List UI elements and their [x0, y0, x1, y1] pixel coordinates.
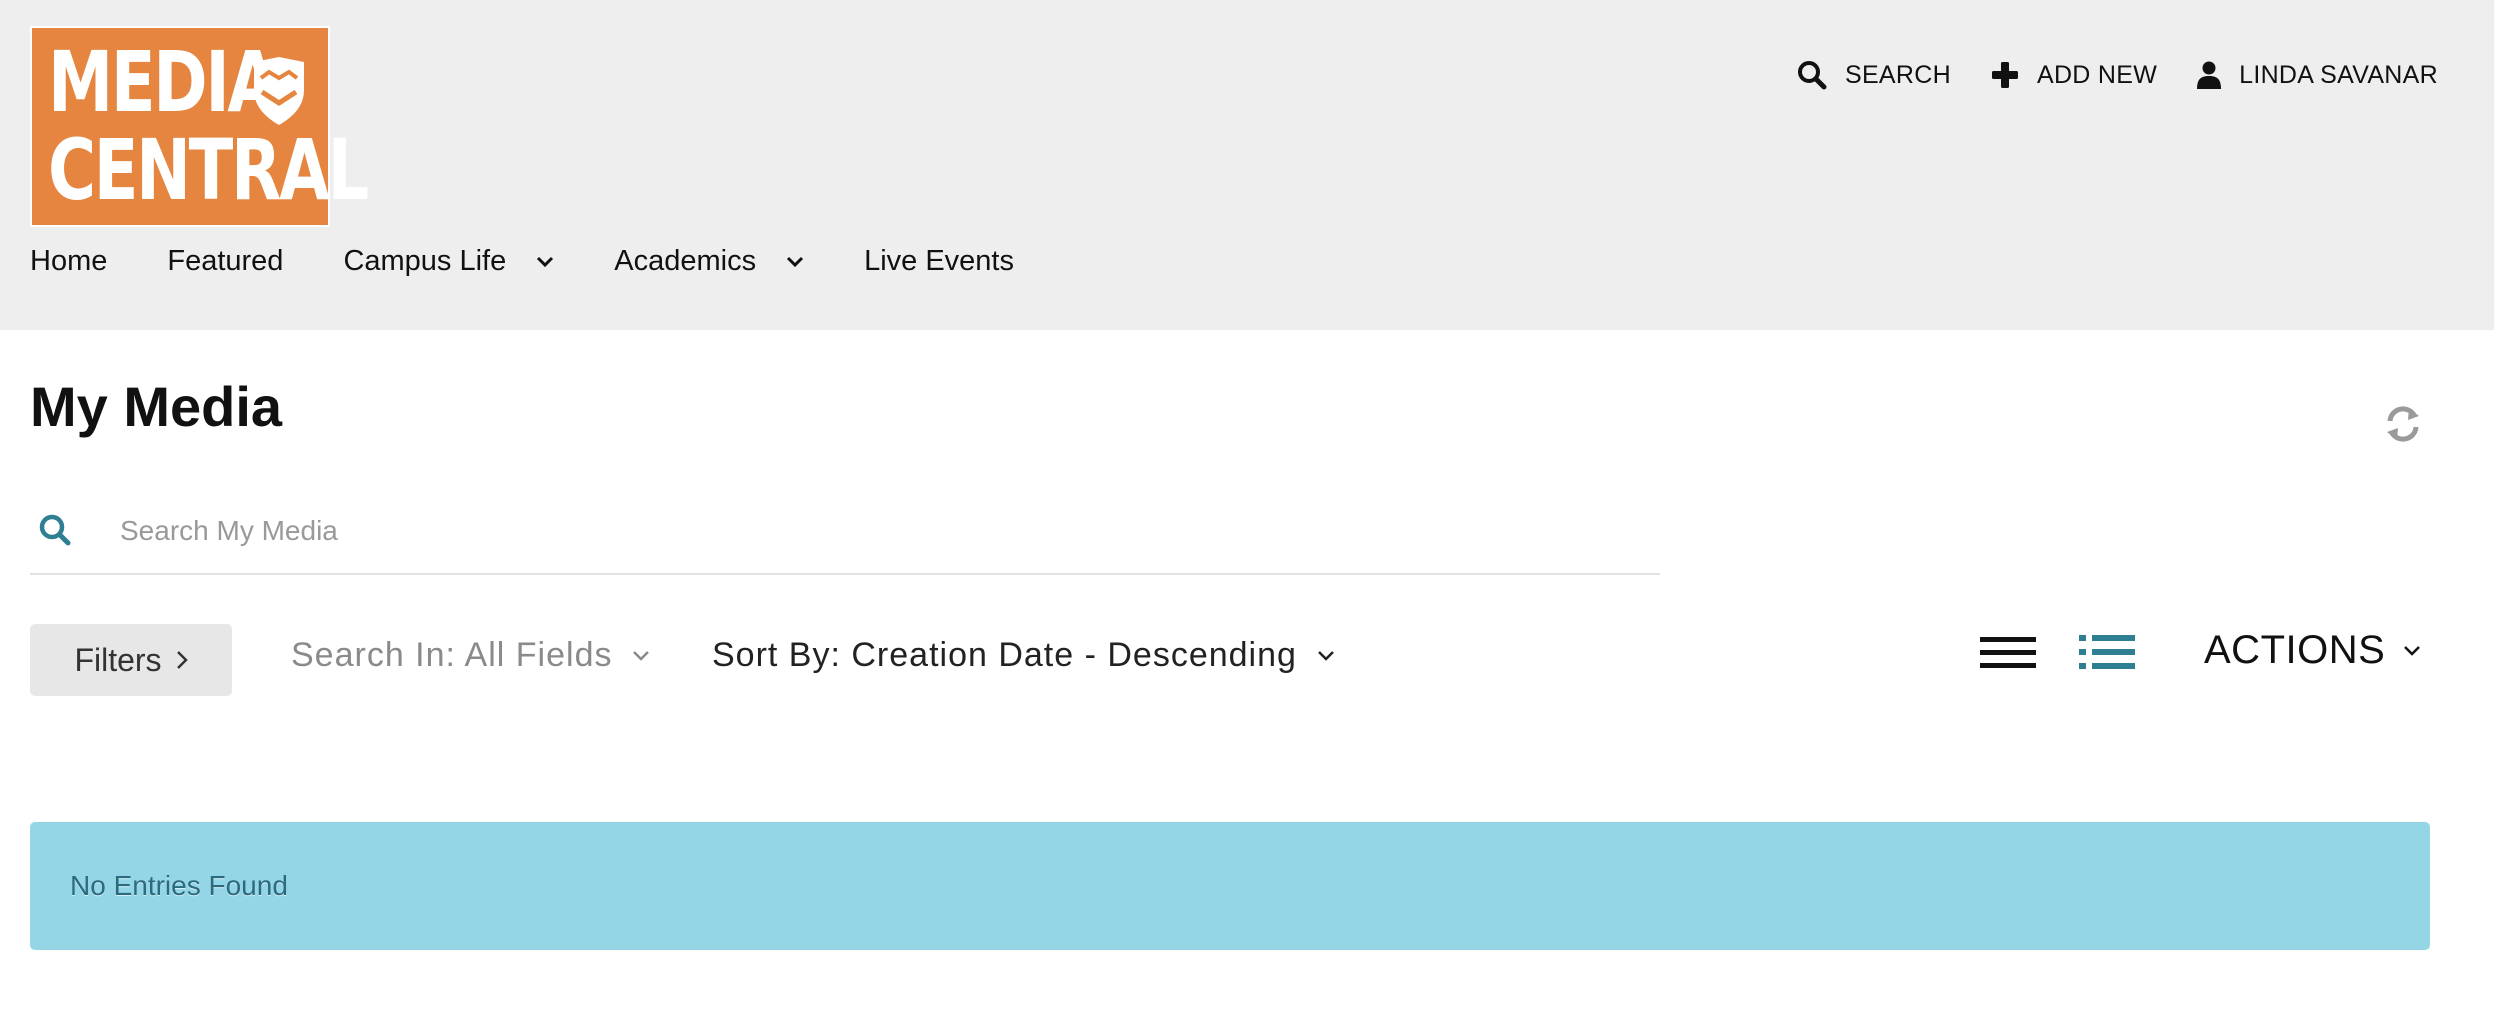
add-new-label: ADD NEW — [2036, 60, 2158, 89]
site-header: MEDIA CENTRAL SEARCH ADD NEW LINDA SAVAN… — [0, 0, 2494, 330]
search-icon — [39, 514, 71, 546]
search-input[interactable] — [118, 503, 1618, 559]
chevron-down-icon — [1318, 650, 1334, 661]
user-name: LINDA SAVANAR — [2239, 60, 2438, 89]
compact-list-view-icon[interactable] — [2079, 632, 2135, 672]
filters-label: Filters — [74, 641, 162, 678]
actions-dropdown[interactable]: ACTIONS — [2204, 628, 2421, 673]
alert-message: No Entries Found — [70, 870, 288, 901]
nav-item-academics[interactable]: Academics — [614, 245, 804, 278]
user-menu[interactable]: LINDA SAVANAR — [2197, 61, 2438, 90]
plus-icon — [1991, 62, 2018, 88]
search-icon — [1797, 61, 1827, 90]
nav-item-label: Home — [30, 245, 108, 277]
add-new-button[interactable]: ADD NEW — [1991, 61, 2157, 90]
search-link[interactable]: SEARCH — [1797, 60, 1951, 90]
refresh-icon[interactable] — [2383, 404, 2423, 444]
search-link-label: SEARCH — [1844, 60, 1951, 89]
nav-item-label: Academics — [614, 245, 757, 277]
header-actions: SEARCH ADD NEW LINDA SAVANAR — [1757, 60, 2438, 90]
search-in-label: Search In: All Fields — [291, 636, 613, 674]
page-title: My Media — [30, 375, 283, 438]
nav-item-featured[interactable]: Featured — [167, 245, 283, 278]
main-nav: Home Featured Campus Life Academics Live… — [30, 245, 1074, 278]
chevron-down-icon — [787, 256, 804, 267]
logo-text-line-2: CENTRAL — [48, 121, 369, 219]
nav-item-campus-life[interactable]: Campus Life — [343, 245, 554, 278]
nav-item-live-events[interactable]: Live Events — [864, 245, 1014, 278]
chevron-down-icon — [2404, 645, 2421, 656]
sort-by-dropdown[interactable]: Sort By: Creation Date - Descending — [712, 636, 1335, 675]
user-icon — [2197, 61, 2222, 89]
chevron-down-icon — [537, 256, 554, 267]
search-in-dropdown[interactable]: Search In: All Fields — [291, 636, 650, 675]
shield-icon — [254, 57, 304, 125]
search-bar — [30, 495, 1660, 575]
actions-label: ACTIONS — [2204, 628, 2386, 672]
nav-item-label: Campus Life — [343, 245, 507, 277]
detailed-view-icon[interactable] — [1980, 634, 2036, 672]
sort-by-label: Sort By: Creation Date - Descending — [712, 636, 1297, 674]
chevron-right-icon — [176, 651, 188, 669]
filters-button[interactable]: Filters — [30, 624, 232, 696]
nav-item-label: Live Events — [864, 245, 1014, 277]
nav-item-label: Featured — [167, 245, 284, 277]
no-entries-alert: No Entries Found — [30, 822, 2430, 950]
nav-item-home[interactable]: Home — [30, 245, 107, 278]
media-central-logo[interactable]: MEDIA CENTRAL — [30, 26, 369, 227]
logo-text-line-1: MEDIA — [48, 33, 278, 131]
chevron-down-icon — [633, 650, 650, 661]
